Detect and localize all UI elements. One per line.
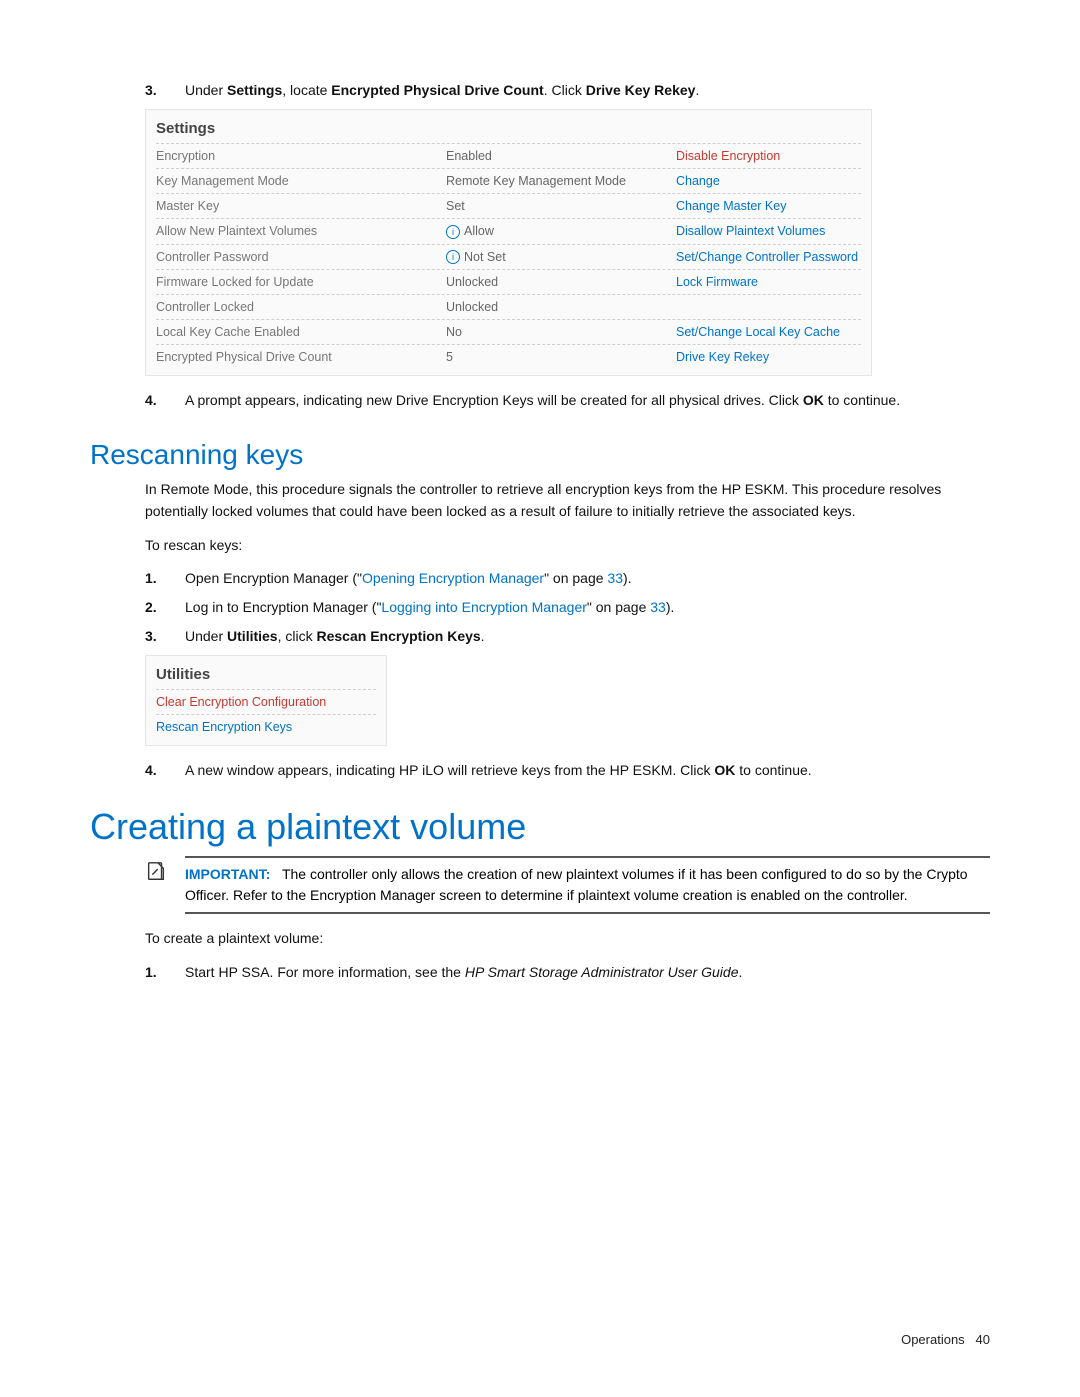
setting-name: Master Key: [156, 199, 446, 213]
setting-action-link[interactable]: Disallow Plaintext Volumes: [676, 224, 825, 239]
step-number: 2.: [145, 597, 157, 618]
rescan-step-3: 3. Under Utilities, click Rescan Encrypt…: [90, 626, 990, 647]
lead-text: To rescan keys:: [145, 535, 990, 557]
step-4: 4. A prompt appears, indicating new Driv…: [90, 390, 990, 411]
utility-action-link[interactable]: Clear Encryption Configuration: [156, 689, 376, 714]
setting-action-link[interactable]: Set/Change Controller Password: [676, 250, 858, 265]
settings-row: Controller LockedUnlocked: [156, 294, 861, 319]
setting-value: Unlocked: [446, 300, 676, 314]
setting-value: iNot Set: [446, 250, 676, 265]
settings-row: Firmware Locked for UpdateUnlockedLock F…: [156, 269, 861, 294]
setting-action-link[interactable]: Change: [676, 174, 720, 188]
settings-row: Encrypted Physical Drive Count5Drive Key…: [156, 344, 861, 369]
step-text: Open Encryption Manager ("Opening Encryp…: [185, 568, 990, 589]
setting-name: Local Key Cache Enabled: [156, 325, 446, 339]
setting-action-link[interactable]: Change Master Key: [676, 199, 786, 213]
setting-name: Controller Locked: [156, 300, 446, 314]
rescan-step-2: 2. Log in to Encryption Manager ("Loggin…: [90, 597, 990, 618]
info-icon: i: [446, 250, 460, 264]
setting-name: Allow New Plaintext Volumes: [156, 224, 446, 239]
setting-name: Key Management Mode: [156, 174, 446, 188]
settings-panel: Settings EncryptionEnabledDisable Encryp…: [145, 109, 872, 376]
step-number: 1.: [145, 962, 157, 983]
utilities-panel: Utilities Clear Encryption Configuration…: [145, 655, 387, 746]
heading-creating-plaintext-volume: Creating a plaintext volume: [90, 806, 990, 848]
link-logging-into-encryption-manager[interactable]: Logging into Encryption Manager: [381, 599, 586, 615]
setting-action-link[interactable]: Disable Encryption: [676, 149, 780, 163]
rescan-step-4: 4. A new window appears, indicating HP i…: [90, 760, 990, 781]
info-icon: i: [446, 225, 460, 239]
setting-name: Controller Password: [156, 250, 446, 265]
step-number: 4.: [145, 760, 157, 781]
utilities-title: Utilities: [156, 660, 376, 689]
setting-action-link[interactable]: Lock Firmware: [676, 275, 758, 289]
page-footer: Operations 40: [901, 1332, 990, 1347]
step-text: Under Settings, locate Encrypted Physica…: [185, 80, 990, 101]
settings-row: Controller PasswordiNot SetSet/Change Co…: [156, 244, 861, 270]
setting-value: 5: [446, 350, 676, 364]
important-label: IMPORTANT:: [185, 866, 270, 882]
important-callout: IMPORTANT: The controller only allows th…: [145, 856, 990, 914]
settings-row: Key Management ModeRemote Key Management…: [156, 168, 861, 193]
create-step-1: 1. Start HP SSA. For more information, s…: [90, 962, 990, 983]
step-number: 1.: [145, 568, 157, 589]
important-text: The controller only allows the creation …: [185, 866, 968, 903]
step-number: 3.: [145, 80, 157, 101]
settings-row: Master KeySetChange Master Key: [156, 193, 861, 218]
settings-row: EncryptionEnabledDisable Encryption: [156, 143, 861, 168]
step-text: A new window appears, indicating HP iLO …: [185, 760, 990, 781]
step-text: A prompt appears, indicating new Drive E…: [185, 390, 990, 411]
setting-value: Remote Key Management Mode: [446, 174, 676, 188]
setting-action-link[interactable]: Drive Key Rekey: [676, 350, 769, 364]
setting-name: Encrypted Physical Drive Count: [156, 350, 446, 364]
paragraph: In Remote Mode, this procedure signals t…: [145, 479, 990, 522]
step-number: 4.: [145, 390, 157, 411]
lead-text: To create a plaintext volume:: [145, 928, 990, 950]
setting-value: iAllow: [446, 224, 676, 239]
setting-value: Enabled: [446, 149, 676, 163]
document-page: 3. Under Settings, locate Encrypted Phys…: [0, 0, 1080, 1397]
settings-row: Local Key Cache EnabledNoSet/Change Loca…: [156, 319, 861, 344]
setting-name: Encryption: [156, 149, 446, 163]
heading-rescanning-keys: Rescanning keys: [90, 439, 990, 471]
link-page-ref[interactable]: 33: [650, 599, 666, 615]
note-icon: [145, 856, 185, 914]
link-page-ref[interactable]: 33: [607, 570, 623, 586]
setting-name: Firmware Locked for Update: [156, 275, 446, 289]
important-body: IMPORTANT: The controller only allows th…: [185, 856, 990, 914]
step-text: Start HP SSA. For more information, see …: [185, 962, 990, 983]
step-text: Under Utilities, click Rescan Encryption…: [185, 626, 990, 647]
utility-action-link[interactable]: Rescan Encryption Keys: [156, 714, 376, 739]
setting-value: No: [446, 325, 676, 339]
setting-action-link[interactable]: Set/Change Local Key Cache: [676, 325, 840, 339]
setting-value: Set: [446, 199, 676, 213]
step-number: 3.: [145, 626, 157, 647]
settings-row: Allow New Plaintext VolumesiAllowDisallo…: [156, 218, 861, 244]
setting-value: Unlocked: [446, 275, 676, 289]
settings-title: Settings: [156, 114, 861, 143]
step-3: 3. Under Settings, locate Encrypted Phys…: [90, 80, 990, 101]
rescan-step-1: 1. Open Encryption Manager ("Opening Enc…: [90, 568, 990, 589]
link-opening-encryption-manager[interactable]: Opening Encryption Manager: [362, 570, 544, 586]
step-text: Log in to Encryption Manager ("Logging i…: [185, 597, 990, 618]
